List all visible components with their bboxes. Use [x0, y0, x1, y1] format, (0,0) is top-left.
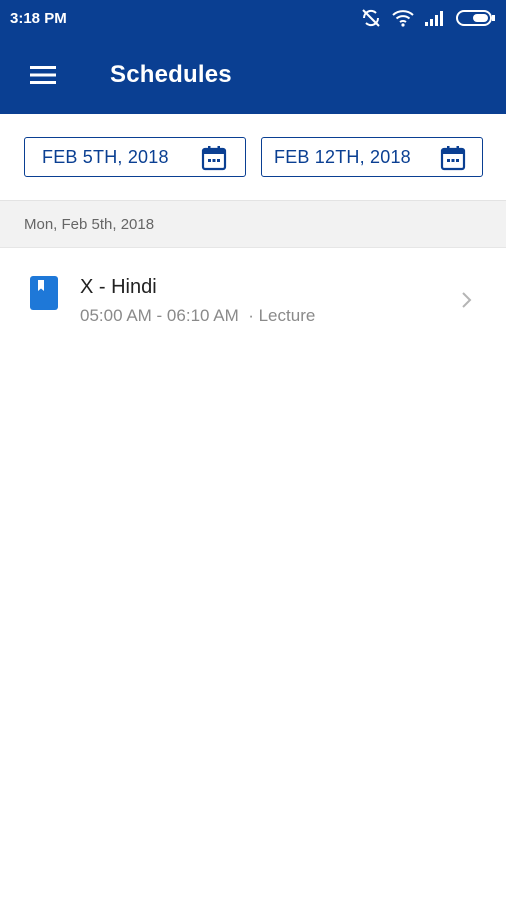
status-bar: 3:18 PM: [0, 0, 506, 36]
schedule-type: · Lecture: [248, 306, 316, 325]
chevron-right-icon: [462, 292, 472, 308]
end-date-picker[interactable]: FEB 12TH, 2018: [261, 137, 483, 177]
date-section-header: Mon, Feb 5th, 2018: [0, 200, 506, 248]
section-date-label: Mon, Feb 5th, 2018: [24, 215, 155, 233]
calendar-icon: [440, 146, 466, 171]
schedule-list-item[interactable]: X - Hindi 05:00 AM - 06:10 AM · Lecture: [0, 250, 506, 350]
status-time: 3:18 PM: [10, 9, 67, 27]
menu-button[interactable]: [24, 62, 62, 88]
schedule-title: X - Hindi: [80, 276, 157, 298]
date-range-bar: FEB 5TH, 2018 FEB 12TH, 2018: [0, 114, 506, 200]
start-date-value: FEB 5TH, 2018: [42, 146, 169, 167]
calendar-icon: [201, 146, 227, 171]
book-icon: [30, 276, 58, 310]
end-date-value: FEB 12TH, 2018: [274, 146, 411, 167]
schedule-time: 05:00 AM - 06:10 AM: [80, 306, 239, 325]
start-date-picker[interactable]: FEB 5TH, 2018: [24, 137, 246, 177]
status-icons: [360, 8, 496, 28]
schedule-subtitle: 05:00 AM - 06:10 AM · Lecture: [80, 306, 315, 326]
page-title: Schedules: [110, 61, 232, 88]
hamburger-icon: [30, 66, 56, 84]
app-bar: Schedules: [0, 36, 506, 114]
sync-off-icon: [362, 9, 380, 27]
signal-icon: [425, 11, 443, 26]
wifi-icon: [392, 10, 414, 27]
battery-icon: [456, 10, 495, 26]
